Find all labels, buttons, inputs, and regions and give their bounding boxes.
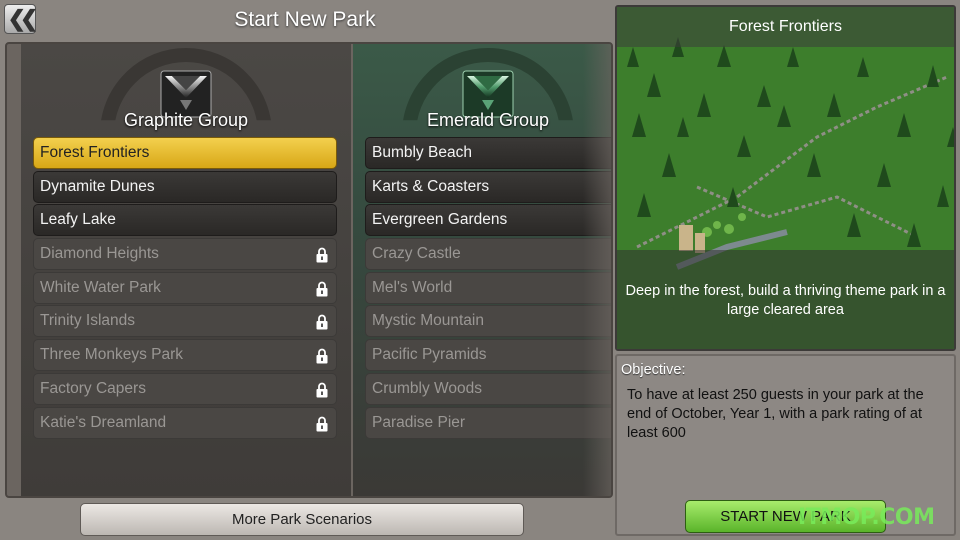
scenario-label: Bumbly Beach: [372, 144, 472, 161]
scenario-label: Dynamite Dunes: [40, 177, 155, 195]
scenario-label: Leafy Lake: [40, 211, 116, 229]
scenario-item[interactable]: Evergreen Gardens: [365, 204, 611, 237]
scenario-item[interactable]: Dynamite Dunes: [33, 170, 337, 203]
scenario-label: Factory Capers: [40, 379, 146, 397]
group-name: Emerald Group: [426, 110, 550, 130]
preview-description: Deep in the forest, build a thriving the…: [617, 250, 954, 349]
group-name: Graphite Group: [123, 110, 249, 130]
scenario-label: Diamond Heights: [40, 245, 159, 263]
objective-label: Objective:: [621, 362, 686, 378]
lock-icon: [316, 348, 328, 364]
scenario-label: Crumbly Woods: [372, 379, 482, 397]
scenario-item-locked[interactable]: Pacific Pyramids: [365, 339, 611, 372]
objective-text: To have at least 250 guests in your park…: [627, 387, 924, 441]
scenario-item-locked[interactable]: Mel's World: [365, 271, 611, 304]
scenario-label: Trinity Islands: [40, 312, 136, 330]
scenario-item[interactable]: Leafy Lake: [33, 204, 337, 237]
more-park-scenarios-button[interactable]: More Park Scenarios: [80, 503, 524, 536]
scenario-label: Mystic Mountain: [372, 312, 484, 330]
lock-icon: [316, 382, 328, 398]
lock-icon: [316, 315, 328, 330]
group-column-graphite: Graphite Group Forest Frontiers Dynamite…: [21, 44, 351, 496]
scenario-item-locked[interactable]: White Water Park: [33, 271, 337, 304]
scenario-item[interactable]: Karts & Coasters: [365, 170, 611, 203]
group-header: Graphite Group: [21, 44, 351, 134]
scenario-label: Paradise Pier: [372, 413, 466, 431]
scenario-item-locked[interactable]: Crazy Castle: [365, 238, 611, 271]
scenario-label: White Water Park: [40, 278, 161, 296]
watermark: ITMOP.COM: [798, 505, 935, 530]
scenario-label: Three Monkeys Park: [40, 346, 183, 364]
scenario-item-locked[interactable]: Crumbly Woods: [365, 372, 611, 405]
scenario-label: Karts & Coasters: [372, 177, 490, 195]
group-column-emerald: Emerald Group Bumbly Beach Karts & Coast…: [353, 44, 611, 496]
scroll-fade-overlay: [583, 44, 611, 496]
group-header: Emerald Group: [353, 44, 611, 134]
scenario-item-locked[interactable]: Paradise Pier: [365, 406, 611, 439]
scenario-label: Crazy Castle: [372, 245, 461, 263]
scenario-list-emerald: Bumbly Beach Karts & Coasters Evergreen …: [365, 137, 611, 440]
lock-icon: [316, 281, 328, 297]
scenario-item-locked[interactable]: Mystic Mountain: [365, 305, 611, 338]
scenario-item-locked[interactable]: Factory Capers: [33, 372, 337, 405]
scenario-label: Katie's Dreamland: [40, 413, 167, 431]
page-title: Start New Park: [234, 8, 376, 31]
scenario-item-locked[interactable]: Diamond Heights: [33, 238, 337, 271]
lock-icon: [316, 416, 328, 431]
scenario-label: Forest Frontiers: [40, 144, 150, 161]
scenario-item-locked[interactable]: Trinity Islands: [33, 305, 337, 338]
scenario-label: Pacific Pyramids: [372, 346, 487, 364]
scenario-list-graphite: Forest Frontiers Dynamite Dunes Leafy La…: [33, 137, 337, 440]
lock-icon: [316, 247, 328, 263]
scenario-label: Mel's World: [372, 278, 453, 296]
scenario-preview: Forest Frontiers Deep in the forest, bui…: [615, 5, 956, 351]
preview-description-text: Deep in the forest, build a thriving the…: [625, 282, 946, 318]
scenario-item[interactable]: Forest Frontiers: [33, 137, 337, 169]
preview-title: Forest Frontiers: [617, 7, 954, 47]
scenario-item-locked[interactable]: Katie's Dreamland: [33, 406, 337, 439]
scenario-list-panel: Graphite Group Forest Frontiers Dynamite…: [5, 42, 613, 498]
scenario-label: Evergreen Gardens: [372, 211, 508, 229]
scenario-item-locked[interactable]: Three Monkeys Park: [33, 339, 337, 372]
scenario-item[interactable]: Bumbly Beach: [365, 137, 611, 169]
